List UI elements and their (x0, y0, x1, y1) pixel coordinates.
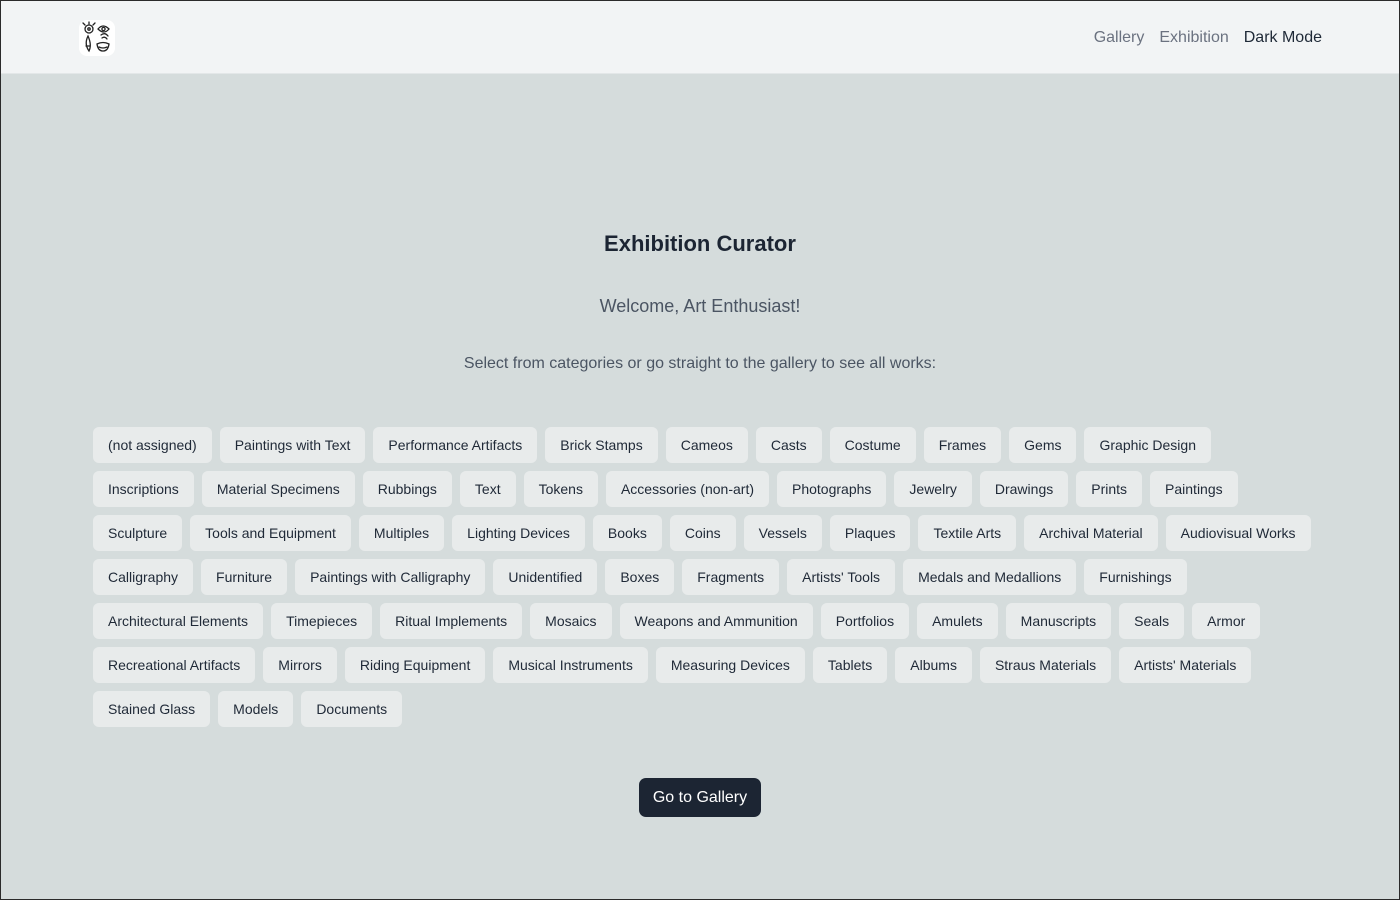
category-chip[interactable]: Paintings with Text (219, 427, 366, 463)
category-chip[interactable]: Paintings (1150, 471, 1238, 507)
category-chip[interactable]: Amulets (917, 603, 998, 639)
instruction-text: Select from categories or go straight to… (463, 355, 937, 372)
category-chip[interactable]: Seals (1119, 603, 1185, 639)
category-chip[interactable]: Recreational Artifacts (93, 647, 256, 683)
category-chip[interactable]: Calligraphy (93, 559, 194, 595)
category-chip[interactable]: Portfolios (820, 603, 910, 639)
category-chip[interactable]: Tools and Equipment (190, 515, 351, 551)
category-chip[interactable]: Lighting Devices (452, 515, 585, 551)
category-chip[interactable]: Performance Artifacts (373, 427, 538, 463)
category-chip[interactable]: Prints (1076, 471, 1143, 507)
category-chip[interactable]: Coins (669, 515, 736, 551)
category-chip[interactable]: Graphic Design (1084, 427, 1211, 463)
nav-links: Gallery Exhibition Dark Mode (1094, 28, 1322, 48)
page-title: Exhibition Curator (604, 231, 796, 256)
category-chip[interactable]: Casts (755, 427, 822, 463)
category-chip[interactable]: Drawings (979, 471, 1069, 507)
category-chip[interactable]: Tablets (812, 647, 888, 683)
category-chip[interactable]: Measuring Devices (655, 647, 805, 683)
top-navbar: Gallery Exhibition Dark Mode (1, 1, 1399, 74)
category-chip[interactable]: Unidentified (493, 559, 598, 595)
category-chip[interactable]: Cameos (665, 427, 748, 463)
category-chip[interactable]: Audiovisual Works (1165, 515, 1311, 551)
nav-exhibition-link[interactable]: Exhibition (1159, 28, 1228, 48)
category-chip[interactable]: Artists' Tools (787, 559, 896, 595)
category-chip[interactable]: Documents (301, 691, 403, 727)
category-list: (not assigned) Paintings with Text Perform… (93, 427, 1318, 727)
category-chip[interactable]: Furniture (201, 559, 288, 595)
category-chip[interactable]: Costume (829, 427, 916, 463)
category-chip[interactable]: Furnishings (1084, 559, 1187, 595)
category-chip[interactable]: Manuscripts (1005, 603, 1112, 639)
category-chip[interactable]: Musical Instruments (493, 647, 648, 683)
category-chip[interactable]: Photographs (777, 471, 887, 507)
category-chip[interactable]: Riding Equipment (344, 647, 486, 683)
category-chip[interactable]: (not assigned) (93, 427, 212, 463)
category-chip[interactable]: Vessels (743, 515, 822, 551)
category-chip[interactable]: Textile Arts (918, 515, 1017, 551)
go-to-gallery-button[interactable]: Go to Gallery (639, 778, 761, 817)
category-chip[interactable]: Plaques (829, 515, 911, 551)
category-chip[interactable]: Text (459, 471, 516, 507)
category-chip[interactable]: Straus Materials (979, 647, 1112, 683)
category-chip[interactable]: Architectural Elements (93, 603, 264, 639)
category-chip[interactable]: Mirrors (263, 647, 337, 683)
category-chip[interactable]: Inscriptions (93, 471, 194, 507)
category-chip[interactable]: Rubbings (362, 471, 452, 507)
category-chip[interactable]: Boxes (605, 559, 675, 595)
category-chip[interactable]: Books (592, 515, 662, 551)
welcome-message: Welcome, Art Enthusiast! (599, 296, 801, 316)
category-chip[interactable]: Frames (923, 427, 1002, 463)
category-chip[interactable]: Gems (1009, 427, 1077, 463)
art-faces-logo-icon[interactable] (79, 20, 115, 56)
category-chip[interactable]: Armor (1192, 603, 1261, 639)
category-chip[interactable]: Accessories (non-art) (605, 471, 769, 507)
category-chip[interactable]: Ritual Implements (380, 603, 523, 639)
category-chip[interactable]: Jewelry (894, 471, 972, 507)
nav-gallery-link[interactable]: Gallery (1094, 28, 1145, 48)
category-chip[interactable]: Tokens (523, 471, 598, 507)
category-chip[interactable]: Multiples (358, 515, 445, 551)
category-chip[interactable]: Stained Glass (93, 691, 211, 727)
category-chip[interactable]: Archival Material (1024, 515, 1158, 551)
category-chip[interactable]: Sculpture (93, 515, 183, 551)
category-chip[interactable]: Paintings with Calligraphy (295, 559, 486, 595)
category-chip[interactable]: Mosaics (530, 603, 612, 639)
category-chip[interactable]: Albums (895, 647, 972, 683)
category-chip[interactable]: Models (218, 691, 294, 727)
category-chip[interactable]: Weapons and Ammunition (619, 603, 813, 639)
category-chip[interactable]: Fragments (682, 559, 780, 595)
category-chip[interactable]: Medals and Medallions (903, 559, 1077, 595)
category-chip[interactable]: Artists' Materials (1119, 647, 1252, 683)
category-chip[interactable]: Timepieces (271, 603, 373, 639)
category-chip[interactable]: Brick Stamps (545, 427, 658, 463)
dark-mode-toggle[interactable]: Dark Mode (1244, 28, 1322, 48)
category-chip[interactable]: Material Specimens (201, 471, 355, 507)
